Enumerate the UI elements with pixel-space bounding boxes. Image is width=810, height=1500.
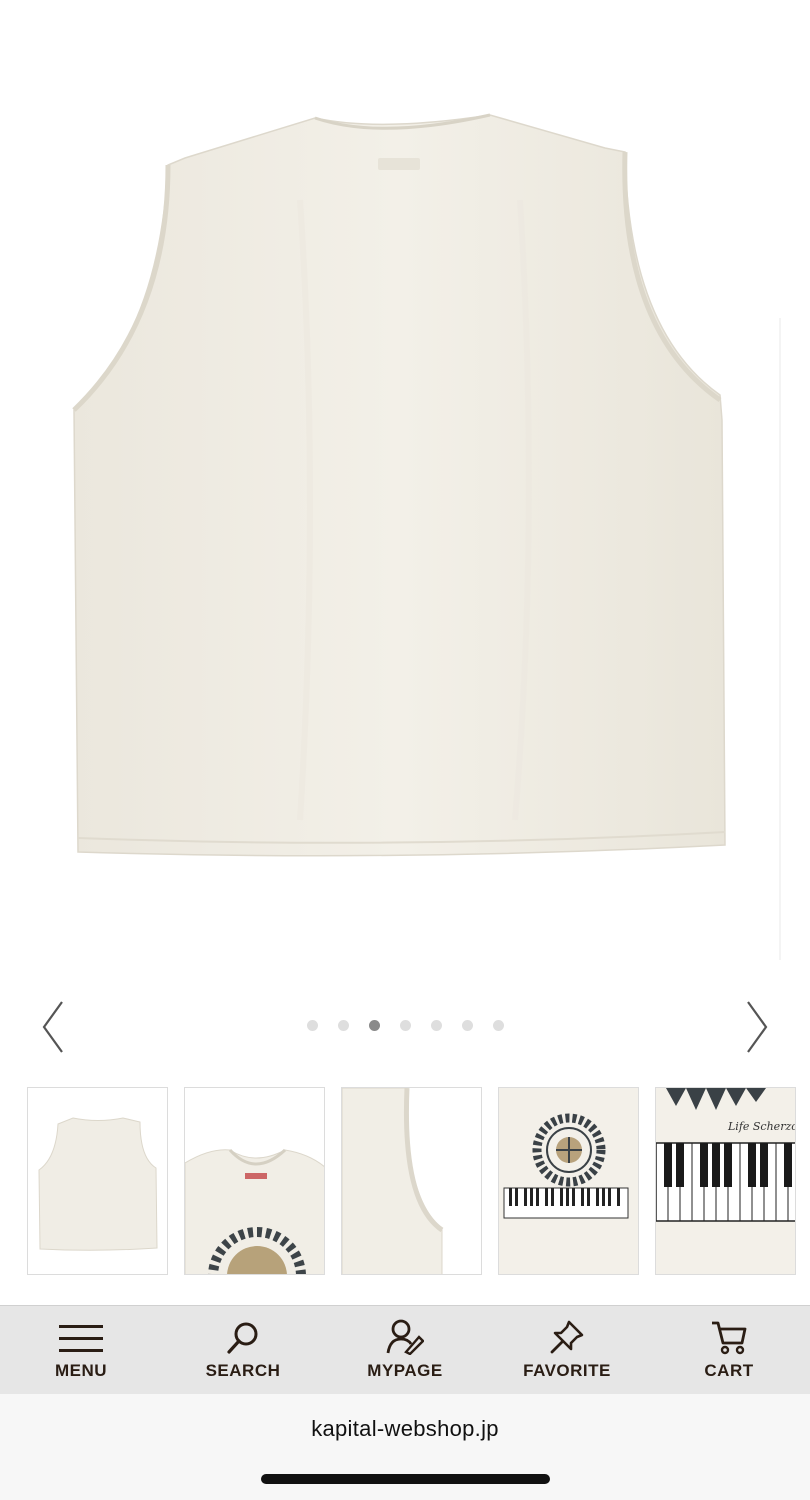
user-icon xyxy=(386,1319,424,1355)
hamburger-menu-icon xyxy=(59,1325,103,1352)
url-text[interactable]: kapital-webshop.jp xyxy=(0,1416,810,1442)
nav-search-button[interactable]: SEARCH xyxy=(162,1306,324,1394)
carousel-dot[interactable] xyxy=(399,1020,411,1031)
product-main-image[interactable] xyxy=(0,0,810,985)
thumbnail-image: Life Scherzo xyxy=(656,1088,796,1274)
nav-favorite-label: FAVORITE xyxy=(523,1361,611,1380)
nav-mypage-button[interactable]: MYPAGE xyxy=(324,1306,486,1394)
nav-cart-button[interactable]: CART xyxy=(648,1306,810,1394)
carousel-dot[interactable] xyxy=(306,1020,318,1031)
nav-search-label: SEARCH xyxy=(205,1361,281,1380)
carousel-dot[interactable] xyxy=(430,1020,442,1031)
pin-icon xyxy=(550,1320,584,1354)
nav-mypage-label: MYPAGE xyxy=(367,1361,443,1380)
carousel-dot-active[interactable] xyxy=(368,1020,380,1031)
thumbnail-tank-piano-closeup[interactable]: Life Scherzo xyxy=(655,1087,796,1275)
thumbnail-image xyxy=(499,1088,638,1274)
tank-top-image xyxy=(72,113,781,960)
carousel-dot[interactable] xyxy=(337,1020,349,1031)
nav-cart-label: CART xyxy=(704,1361,754,1380)
cart-icon xyxy=(712,1321,747,1355)
carousel-dot[interactable] xyxy=(492,1020,504,1031)
thumbnail-tank-armhole[interactable] xyxy=(341,1087,482,1275)
carousel-pagination xyxy=(0,1020,810,1031)
svg-text:Life Scherzo: Life Scherzo xyxy=(727,1120,796,1133)
bottom-navigation: MENU SEARCH MYPAGE FAVORITE CART xyxy=(0,1305,810,1394)
thumbnail-image xyxy=(342,1088,481,1274)
nav-menu-label: MENU xyxy=(54,1361,108,1380)
home-indicator[interactable] xyxy=(261,1474,550,1484)
carousel-dot[interactable] xyxy=(461,1020,473,1031)
thumbnail-image xyxy=(185,1088,324,1274)
thumbnail-tank-collar[interactable] xyxy=(184,1087,325,1275)
nav-menu-button[interactable]: MENU xyxy=(0,1306,162,1394)
search-icon xyxy=(227,1322,258,1354)
browser-address-bar[interactable]: kapital-webshop.jp xyxy=(0,1394,810,1500)
thumbnail-tank-back[interactable] xyxy=(27,1087,168,1275)
product-page: Life Scherzo MENU SEARCH MYPAGE FAVORITE… xyxy=(0,0,810,1500)
nav-favorite-button[interactable]: FAVORITE xyxy=(486,1306,648,1394)
thumbnail-tank-print[interactable] xyxy=(498,1087,639,1275)
thumbnail-strip: Life Scherzo xyxy=(27,1087,796,1275)
thumbnail-image xyxy=(28,1088,167,1274)
